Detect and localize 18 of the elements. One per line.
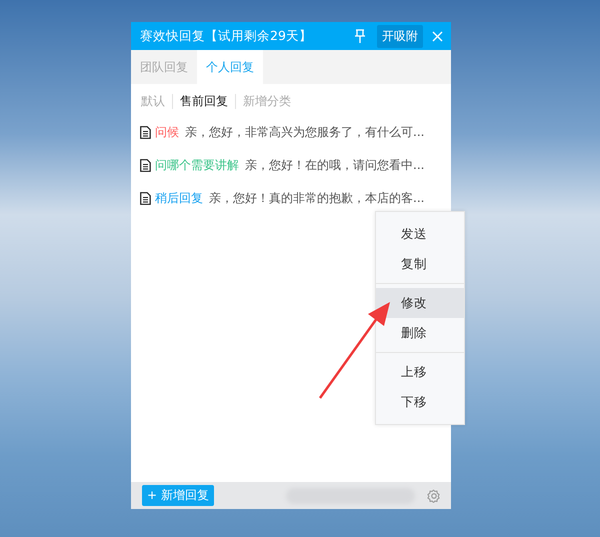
snap-button[interactable]: 开吸附 [377, 24, 423, 48]
menu-item[interactable]: 删除 [376, 318, 464, 348]
menu-item[interactable]: 复制 [376, 249, 464, 279]
close-icon[interactable] [432, 30, 443, 42]
reply-preview[interactable]: 亲，您好！在的哦，请问您看中... [245, 157, 424, 174]
reply-preview[interactable]: 亲，您好！真的非常的抱歉，本店的客... [209, 190, 424, 207]
window-title: 赛效快回复【试用剩余29天】 [140, 28, 313, 44]
document-icon [140, 192, 151, 205]
document-icon [140, 159, 151, 172]
menu-item[interactable]: 修改 [376, 288, 464, 318]
menu-item[interactable]: 上移 [376, 357, 464, 387]
document-icon [140, 126, 151, 139]
menu-item[interactable]: 下移 [376, 387, 464, 417]
category-tab[interactable]: 售前回复 [180, 93, 228, 110]
settings-icon[interactable] [427, 488, 441, 502]
pin-icon[interactable] [354, 28, 366, 44]
menu-item[interactable]: 发送 [376, 219, 464, 249]
reply-preview[interactable]: 亲，您好，非常高兴为您服务了，有什么可... [185, 124, 424, 141]
